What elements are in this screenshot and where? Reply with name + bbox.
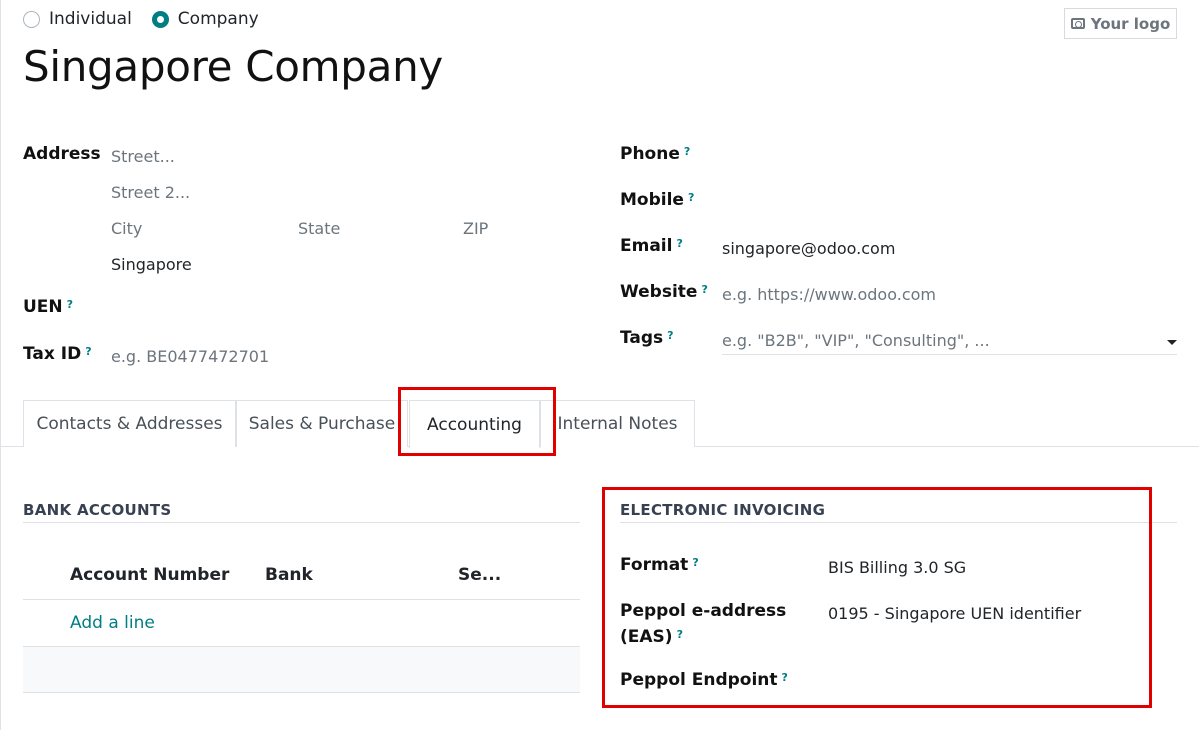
website-help-icon[interactable]: ?: [701, 283, 707, 296]
website-input[interactable]: e.g. https://www.odoo.com: [722, 285, 936, 304]
uen-label: UEN?: [23, 297, 73, 317]
company-name-input[interactable]: Singapore Company: [23, 42, 443, 91]
peppol-endpoint-label-text: Peppol Endpoint: [620, 670, 778, 690]
electronic-invoicing-title-divider: [620, 522, 1177, 523]
bank-accounts-title: BANK ACCOUNTS: [23, 501, 172, 519]
format-help-icon[interactable]: ?: [692, 556, 698, 569]
mobile-label-text: Mobile: [620, 190, 684, 210]
tax-id-label: Tax ID?: [23, 344, 92, 364]
radio-individual-label: Individual: [49, 9, 132, 29]
partner-form-sheet: Individual Company Your logo Singapore C…: [0, 0, 1199, 730]
mobile-help-icon[interactable]: ?: [688, 191, 694, 204]
electronic-invoicing-title: ELECTRONIC INVOICING: [620, 501, 826, 519]
uen-help-icon[interactable]: ?: [67, 298, 73, 311]
street2-input[interactable]: Street 2...: [111, 183, 190, 202]
peppol-eas-select[interactable]: 0195 - Singapore UEN identifier: [828, 604, 1081, 623]
camera-icon: [1070, 18, 1085, 29]
peppol-eas-label-line2: (EAS)?: [620, 627, 683, 647]
tax-id-input[interactable]: e.g. BE0477472701: [111, 347, 269, 366]
format-label-text: Format: [620, 555, 689, 575]
state-input[interactable]: State: [298, 219, 340, 238]
radio-company-circle[interactable]: [151, 10, 169, 28]
upload-logo-label: Your logo: [1090, 14, 1171, 33]
tab-accounting[interactable]: Accounting: [409, 400, 540, 448]
zip-input[interactable]: ZIP: [463, 219, 488, 238]
peppol-endpoint-help-icon[interactable]: ?: [782, 671, 788, 684]
peppol-eas-help-icon[interactable]: ?: [677, 628, 683, 641]
mobile-label: Mobile?: [620, 190, 694, 210]
column-bank[interactable]: Bank: [265, 565, 313, 585]
tags-input-underline: [722, 354, 1177, 355]
tab-sales-purchase[interactable]: Sales & Purchase: [236, 400, 408, 447]
company-type-radio-group: Individual Company: [23, 9, 279, 29]
email-label-text: Email: [620, 236, 673, 256]
tags-dropdown-caret-icon[interactable]: [1167, 340, 1177, 345]
website-label: Website?: [620, 282, 708, 302]
table-empty-row: [23, 647, 580, 693]
address-label: Address: [23, 144, 101, 164]
email-label: Email?: [620, 236, 683, 256]
column-send-money[interactable]: Se...: [458, 565, 501, 585]
street-input[interactable]: Street...: [111, 147, 175, 166]
phone-label-text: Phone: [620, 144, 680, 164]
tax-id-label-text: Tax ID: [23, 344, 82, 364]
website-label-text: Website: [620, 282, 698, 302]
city-input[interactable]: City: [111, 219, 142, 238]
email-input[interactable]: singapore@odoo.com: [722, 239, 895, 258]
radio-company-label: Company: [177, 9, 259, 29]
format-label: Format?: [620, 555, 699, 575]
bank-accounts-title-divider: [23, 522, 580, 523]
radio-company[interactable]: Company: [151, 9, 259, 29]
upload-logo-button[interactable]: Your logo: [1064, 8, 1177, 39]
tags-input[interactable]: e.g. "B2B", "VIP", "Consulting", ...: [722, 331, 990, 350]
radio-individual[interactable]: Individual: [23, 9, 132, 29]
phone-help-icon[interactable]: ?: [684, 145, 690, 158]
radio-individual-circle[interactable]: [23, 10, 40, 28]
peppol-eas-label-text: (EAS): [620, 627, 673, 647]
phone-label: Phone?: [620, 144, 690, 164]
tab-internal-notes[interactable]: Internal Notes: [540, 400, 695, 447]
peppol-endpoint-label: Peppol Endpoint?: [620, 670, 788, 690]
tax-id-help-icon[interactable]: ?: [85, 345, 91, 358]
tags-label: Tags?: [620, 328, 674, 348]
tags-help-icon[interactable]: ?: [667, 329, 673, 342]
tab-contacts-addresses[interactable]: Contacts & Addresses: [23, 400, 236, 447]
uen-label-text: UEN: [23, 297, 63, 317]
peppol-eas-label-line1: Peppol e-address: [620, 601, 787, 621]
tags-label-text: Tags: [620, 328, 664, 348]
table-header-divider: [23, 599, 580, 600]
column-account-number[interactable]: Account Number: [70, 565, 229, 585]
format-select[interactable]: BIS Billing 3.0 SG: [828, 558, 966, 577]
country-input[interactable]: Singapore: [111, 255, 192, 274]
add-line-link[interactable]: Add a line: [70, 613, 155, 633]
email-help-icon[interactable]: ?: [676, 237, 682, 250]
